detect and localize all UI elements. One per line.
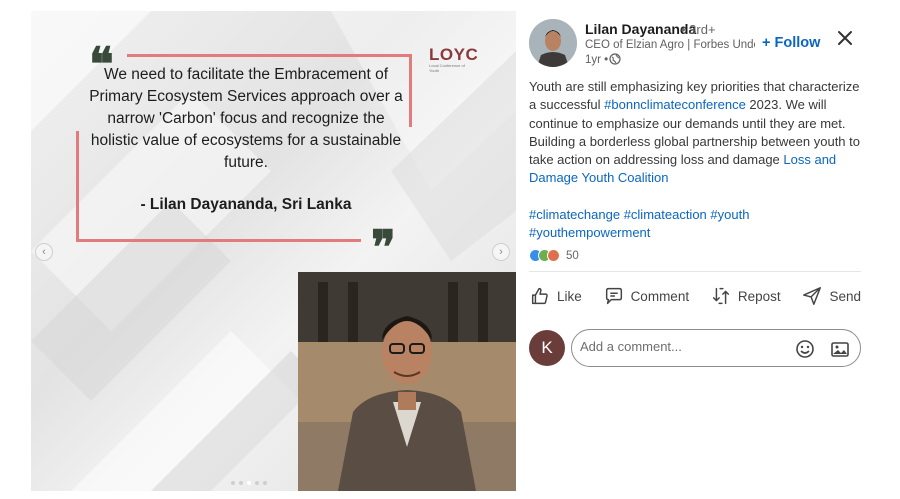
thumbs-up-icon	[531, 287, 548, 305]
hashtag-link[interactable]: #youthempowerment	[529, 225, 650, 240]
hashtag-link[interactable]: #climateaction	[624, 207, 707, 222]
comment-label: Comment	[630, 288, 690, 304]
connection-degree: • 3rd+	[681, 22, 716, 37]
comment-input[interactable]	[580, 339, 780, 354]
loyc-logo: LOYC Local Conference of Youth	[429, 45, 478, 73]
hashtag-link[interactable]: #climatechange	[529, 207, 620, 222]
quote-text: We need to facilitate the Embracement of…	[89, 66, 403, 171]
author-avatar[interactable]	[529, 19, 577, 67]
reactions-summary[interactable]: 50	[529, 249, 579, 262]
logo-subtext: Local Conference of Youth	[429, 63, 465, 73]
author-headline: CEO of Elzian Agro | Forbes Unde...	[585, 39, 755, 51]
logo-text: LOYC	[429, 45, 479, 64]
comment-bubble-icon	[605, 287, 622, 305]
post-body: Youth are still emphasizing key prioriti…	[529, 78, 861, 188]
post-image-carousel[interactable]: ❝ ❞ We need to facilitate the Embracemen…	[31, 11, 516, 491]
divider	[529, 271, 861, 272]
send-button[interactable]: Send	[801, 285, 861, 307]
reaction-count: 50	[566, 249, 579, 262]
repost-label: Repost	[737, 288, 781, 304]
commenter-avatar: K	[529, 330, 565, 366]
quote-frame-right	[409, 54, 412, 127]
carousel-dot[interactable]	[231, 481, 235, 485]
hashtag-link[interactable]: #bonnclimateconference	[604, 97, 746, 112]
hashtag-link[interactable]: #youth	[710, 207, 749, 222]
repost-arrows-icon	[712, 287, 729, 305]
hashtags: #climatechange #climateaction #youth #yo…	[529, 206, 861, 243]
quote-author: - Lilan Dayananda, Sri Lanka	[140, 196, 352, 213]
like-label: Like	[557, 288, 582, 304]
repost-button[interactable]: Repost	[710, 285, 781, 307]
follow-button[interactable]: + Follow	[762, 35, 820, 51]
post-time: 1yr •	[585, 54, 609, 66]
comment-button[interactable]: Comment	[603, 285, 690, 307]
carousel-dot[interactable]	[239, 481, 243, 485]
love-reaction-icon	[547, 249, 560, 262]
quote-frame-top	[127, 54, 409, 57]
comment-box[interactable]	[571, 329, 861, 367]
close-icon[interactable]	[834, 27, 856, 49]
close-quote-icon: ❞	[371, 220, 396, 274]
like-button[interactable]: Like	[529, 285, 582, 307]
carousel-next-button[interactable]: ›	[492, 243, 510, 261]
carousel-dot[interactable]	[263, 481, 267, 485]
send-label: Send	[829, 288, 861, 304]
image-icon[interactable]	[830, 339, 850, 359]
post-modal: ❝ ❞ We need to facilitate the Embracemen…	[0, 0, 900, 499]
quote-frame-bottom	[76, 239, 361, 242]
paper-plane-icon	[803, 287, 822, 305]
quote-frame-left	[76, 131, 79, 241]
author-name[interactable]: Lilan Dayananda	[585, 21, 696, 37]
globe-icon	[609, 53, 621, 65]
smiley-icon[interactable]	[795, 339, 815, 359]
carousel-prev-button[interactable]: ‹	[35, 243, 53, 261]
author-photo	[298, 272, 516, 491]
carousel-dot[interactable]	[255, 481, 259, 485]
carousel-dot-active[interactable]	[247, 481, 251, 485]
post-actions: Like Comment Repost Send	[529, 285, 861, 307]
post-details-panel: Lilan Dayananda • 3rd+ CEO of Elzian Agr…	[529, 11, 861, 491]
carousel-dots	[231, 481, 267, 485]
